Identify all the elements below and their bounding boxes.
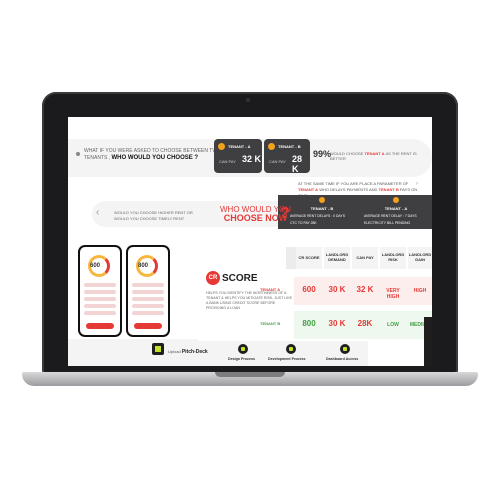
dark-card-line-1: AVERAGE RENT DELAYS : 0 DAYS bbox=[290, 214, 345, 218]
phone-score: 800 bbox=[138, 263, 149, 269]
upload-bold: Pitch-Deck bbox=[181, 349, 208, 355]
design-process-icon[interactable] bbox=[238, 344, 248, 354]
question-2: WOULD YOU CHOOSE HIGHER RENT OR WOULD YO… bbox=[114, 210, 193, 222]
question-1-line-1: WHAT IF YOU WERE ASKED TO CHOOSE BETWEEN… bbox=[84, 148, 221, 154]
laptop-screen: WHAT IF YOU WERE ASKED TO CHOOSE BETWEEN… bbox=[68, 117, 432, 366]
coin-icon bbox=[393, 197, 399, 203]
table-header-can-pay: CAN PAY bbox=[352, 247, 378, 269]
corner-block bbox=[424, 317, 432, 366]
dark-card-name: TENANT - A bbox=[384, 206, 408, 211]
table-cell-demand: 30 K bbox=[328, 285, 346, 294]
score-description: HELPS YOU IDENTIFY THE WORTHINESS OF A T… bbox=[206, 291, 293, 310]
table-cell-risk: LOW bbox=[387, 322, 399, 328]
phone-button bbox=[86, 323, 114, 329]
question-1-line-2: TENANTS , bbox=[84, 155, 111, 161]
upload-pitch-deck-button[interactable]: Upload Pitch-Deck bbox=[168, 349, 208, 355]
arrow-left-icon[interactable]: ‹ bbox=[96, 207, 99, 218]
note-2-highlight-1: TENANT A bbox=[298, 187, 319, 192]
phone-mockup-a: 600 bbox=[78, 245, 122, 337]
question-2-line-1: WOULD YOU CHOOSE HIGHER RENT OR bbox=[114, 210, 193, 215]
bullet-dot-icon bbox=[76, 152, 80, 156]
table-row-label: TENANT B bbox=[260, 321, 281, 326]
note-2-highlight-2: TENANT B bbox=[378, 187, 399, 192]
phone-button bbox=[134, 323, 162, 329]
table-header-score: CR SCORE bbox=[296, 247, 322, 269]
table-header-demand: LANDLORD DEMAND bbox=[324, 247, 350, 269]
dark-card-tenant-a: TENANT - A AVERAGE RENT DELAY : 7 DAYS E… bbox=[364, 197, 428, 225]
verdict-percent: 99% bbox=[313, 149, 332, 159]
score-title: SCORE bbox=[222, 273, 258, 284]
tenant-card-label: CAN PAY bbox=[219, 159, 236, 164]
verdict-highlight: TENANT A bbox=[364, 151, 385, 156]
dashboard-access-icon[interactable] bbox=[340, 344, 350, 354]
table-cell-risk: VERY HIGH bbox=[386, 288, 400, 300]
dark-card-line-2: ELECTRICITY BILL PENDING bbox=[364, 221, 411, 225]
table-cell-demand: 30 K bbox=[328, 319, 346, 328]
dark-card-line-2: CTC TO PAY 28K bbox=[290, 221, 317, 225]
table-row-label: TENANT A bbox=[260, 287, 281, 292]
development-process-icon[interactable] bbox=[286, 344, 296, 354]
tenant-card-label: CAN PAY bbox=[269, 159, 286, 164]
tenant-card-value: 32 K bbox=[242, 154, 262, 164]
phone-score: 600 bbox=[90, 263, 101, 269]
coin-icon bbox=[218, 143, 225, 150]
nav-development-process[interactable]: Development Process bbox=[268, 357, 306, 361]
tenant-card-b: TENANT - B CAN PAY 28 K bbox=[264, 139, 310, 174]
table-cell-score: 800 bbox=[302, 319, 316, 328]
coin-icon bbox=[268, 143, 275, 150]
phone-mockup-b: 800 bbox=[126, 245, 170, 337]
question-1: WHAT IF YOU WERE ASKED TO CHOOSE BETWEEN… bbox=[84, 148, 224, 162]
question-mark: ? bbox=[280, 205, 290, 222]
camera-icon bbox=[246, 98, 250, 102]
tenant-card-a: TENANT - A CAN PAY 32 K bbox=[214, 139, 262, 173]
upload-icon[interactable] bbox=[152, 343, 164, 355]
laptop-notch bbox=[215, 372, 285, 377]
bottom-bar bbox=[68, 341, 368, 366]
tenant-card-value: 28 K bbox=[292, 154, 303, 174]
table-cell-can-pay: 32 K bbox=[356, 285, 374, 294]
tenant-card-name: TENANT - A bbox=[228, 144, 251, 149]
dark-card-line-1: AVERAGE RENT DELAY : 7 DAYS bbox=[364, 214, 417, 218]
question-2-line-2: WOULD YOU CHOOSE TIMELY RENT bbox=[114, 216, 185, 221]
table-cell-score: 600 bbox=[302, 285, 316, 294]
coin-icon bbox=[319, 197, 325, 203]
table-header-gain: LANDLORD GAIN bbox=[408, 247, 432, 269]
tenant-card-name: TENANT - B bbox=[278, 144, 301, 149]
cr-logo-icon: CR bbox=[206, 271, 220, 285]
nav-design-process[interactable]: Design Process bbox=[228, 357, 255, 361]
dark-card-tenant-b: TENANT - B AVERAGE RENT DELAYS : 0 DAYS … bbox=[290, 197, 354, 225]
note-2-middle: WHO DELAYS PAYMENTS AND bbox=[319, 187, 378, 192]
nav-dashboard-access[interactable]: Dashboard Access bbox=[326, 357, 358, 361]
table-cell-can-pay: 28K bbox=[357, 319, 373, 328]
table-header-risk: LANDLORD RISK bbox=[380, 247, 406, 269]
question-1-emphasis: WHO WOULD YOU CHOOSE ? bbox=[111, 155, 199, 161]
verdict-text: WOULD CHOOSE TENANT A AS THE RENT IS BET… bbox=[330, 151, 420, 161]
note-2-prefix: AT THE SAME TIME IF YOU ARE PLACE A PARA… bbox=[298, 181, 409, 186]
upload-prefix: Upload bbox=[168, 349, 181, 354]
dark-card-name: TENANT - B bbox=[310, 206, 334, 211]
table-cell-gain: HIGH bbox=[413, 288, 427, 294]
